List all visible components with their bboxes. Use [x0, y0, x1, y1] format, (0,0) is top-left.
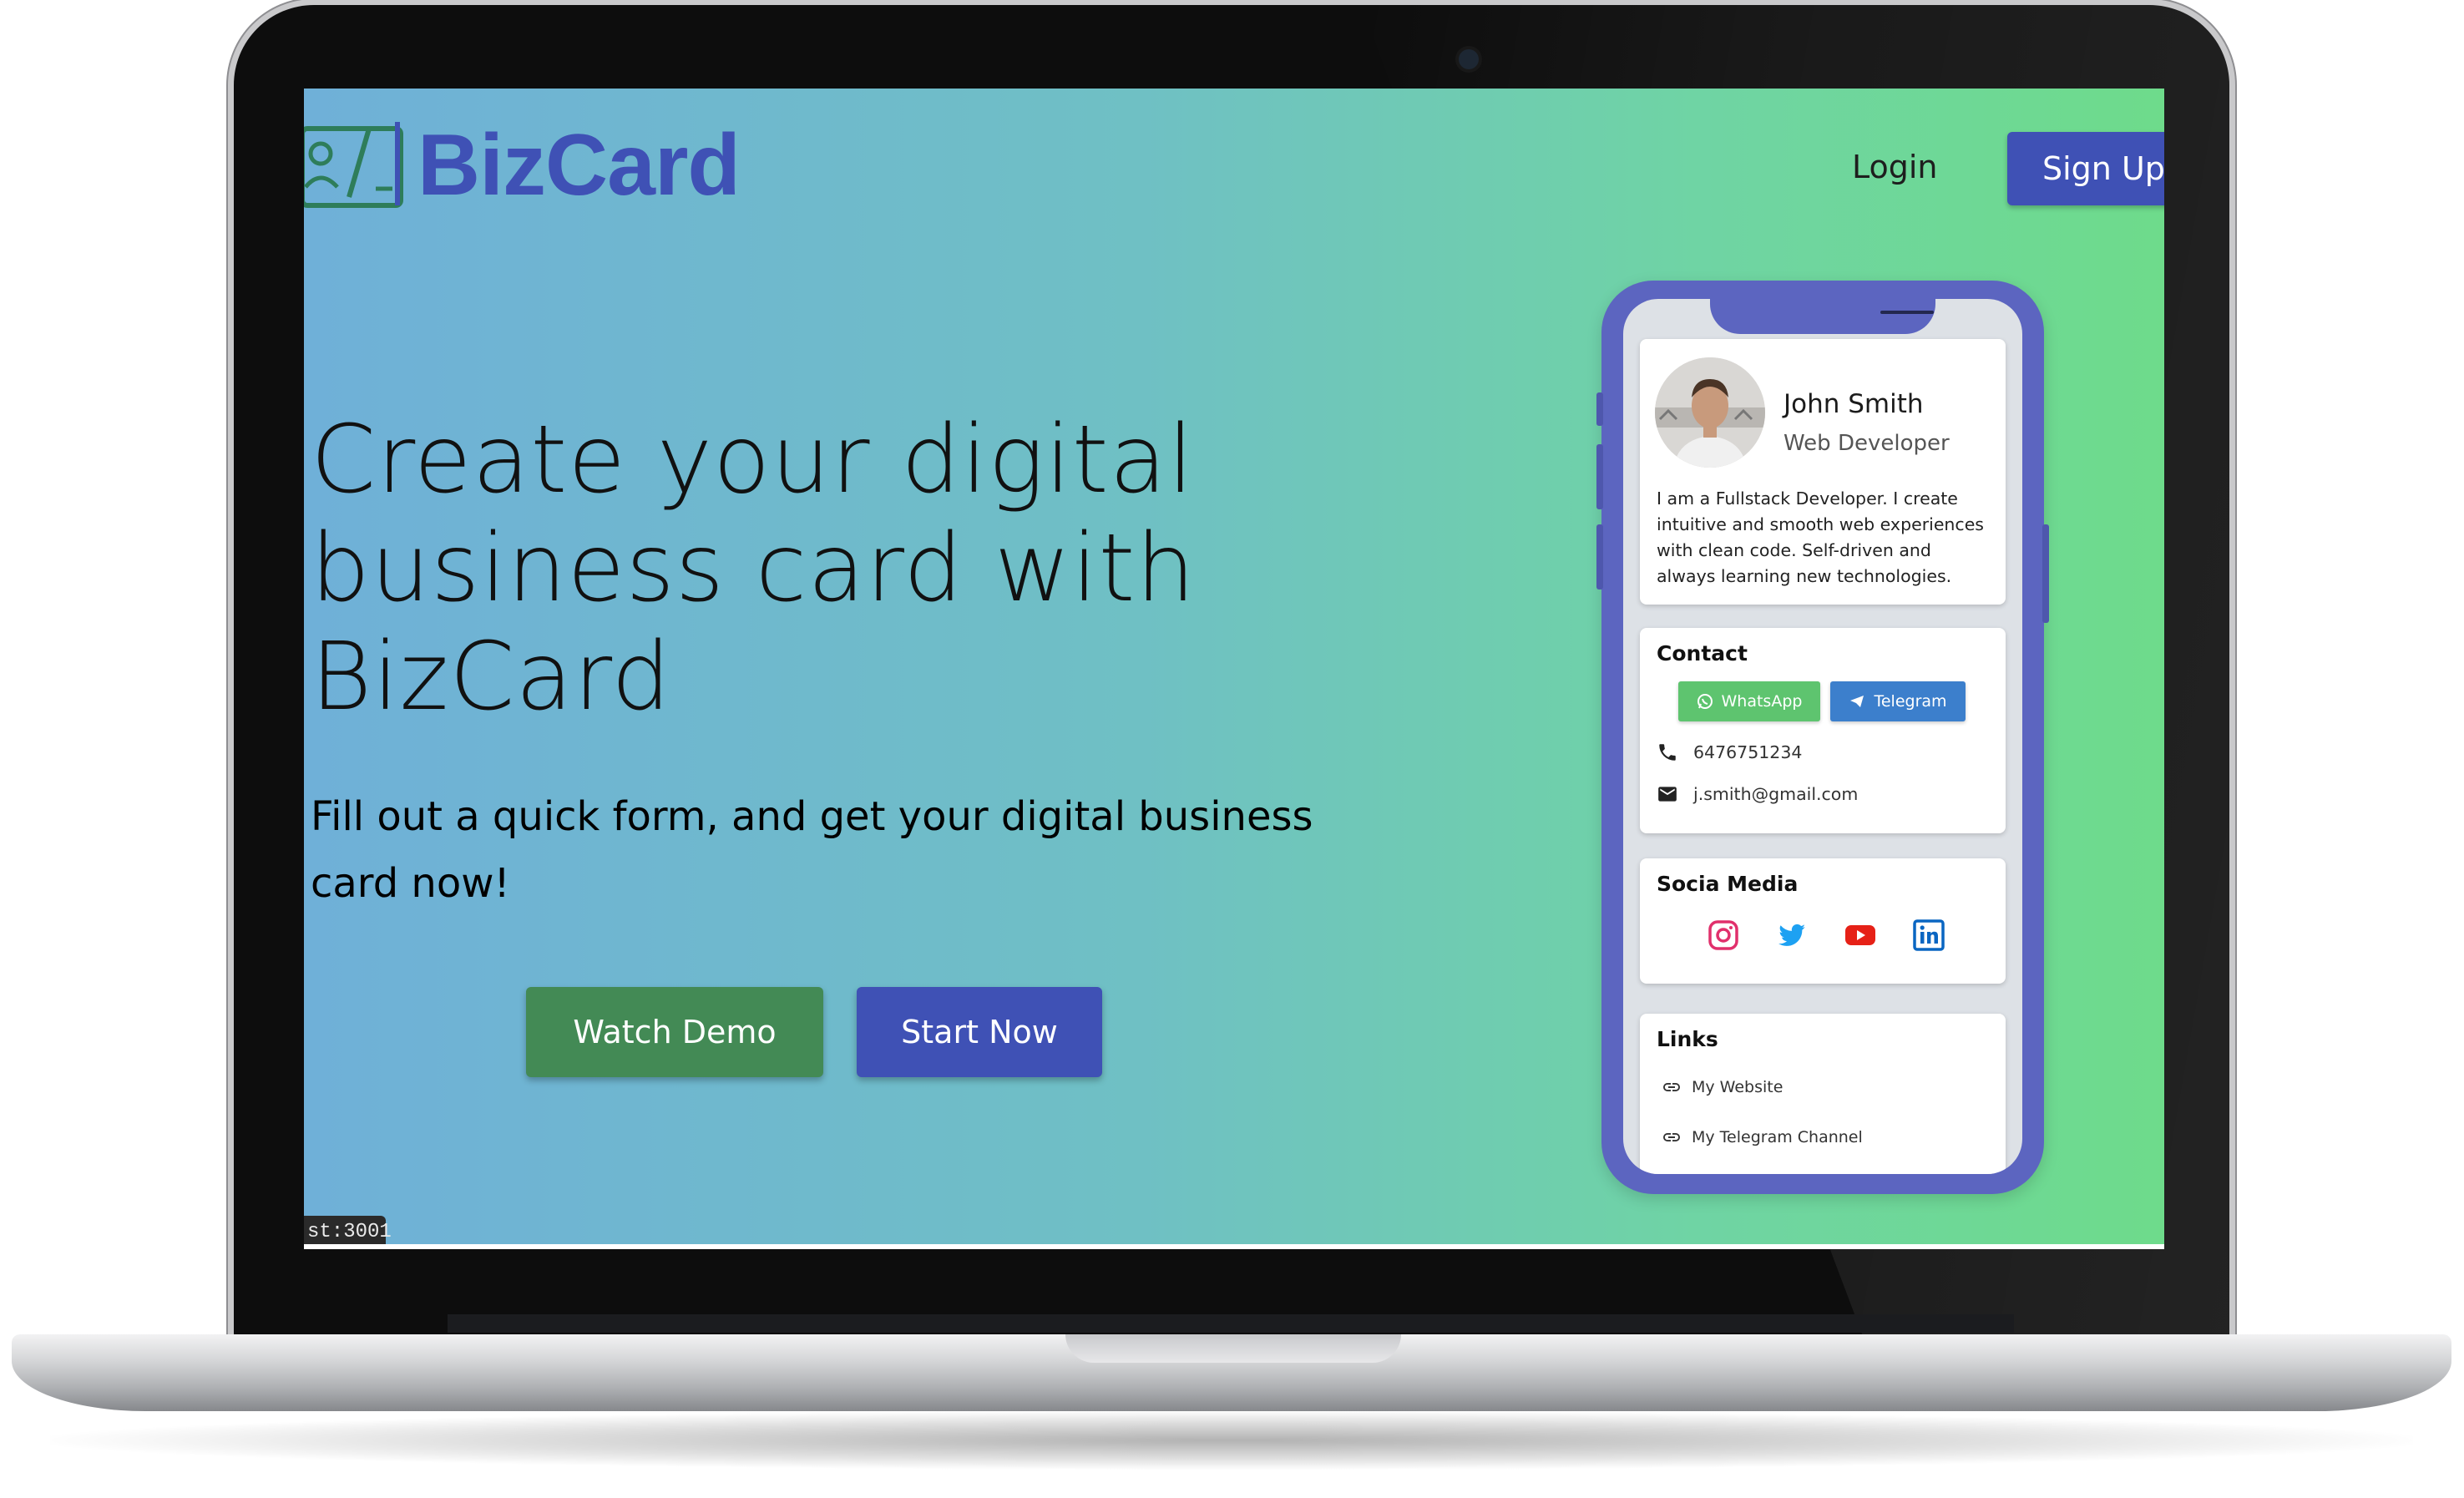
profile-bio: I am a Fullstack Developer. I create int… — [1657, 486, 1999, 590]
contact-email-row[interactable]: j.smith@gmail.com — [1657, 783, 1858, 805]
phone-notch — [1710, 299, 1935, 334]
contact-phone-row[interactable]: 6476751234 — [1657, 741, 1802, 763]
signup-button[interactable]: Sign Up — [2007, 132, 2164, 205]
links-card: Links My Website My Telegram Channel — [1640, 1014, 2006, 1174]
phone-side-button — [1596, 392, 1603, 426]
laptop-opening-notch — [1065, 1334, 1401, 1363]
linkedin-icon[interactable] — [1912, 919, 1945, 952]
social-title: Socia Media — [1657, 872, 1799, 896]
phone-icon — [1659, 744, 1676, 761]
telegram-button[interactable]: Telegram — [1830, 681, 1966, 721]
hero-title-line: business card with — [311, 514, 1197, 623]
avatar — [1655, 357, 1765, 468]
watch-demo-button[interactable]: Watch Demo — [526, 987, 823, 1077]
bio-line: always learning new technologies. — [1657, 566, 1952, 586]
phone-power-button — [2042, 524, 2049, 623]
email-icon — [1658, 787, 1677, 802]
twitter-icon[interactable] — [1775, 919, 1809, 952]
social-card: Socia Media — [1640, 858, 2006, 984]
laptop-hinge — [448, 1314, 2014, 1333]
link-item-telegram-channel[interactable]: My Telegram Channel — [1662, 1127, 1863, 1147]
phone-side-button — [1596, 524, 1603, 590]
phone-speaker — [1880, 311, 1934, 314]
links-title: Links — [1657, 1027, 1718, 1051]
whatsapp-button[interactable]: WhatsApp — [1678, 681, 1820, 721]
bio-line: I am a Fullstack Developer. I create — [1657, 488, 1958, 509]
hero-title-line: BizCard — [311, 623, 672, 731]
contact-email: j.smith@gmail.com — [1693, 784, 1859, 804]
contact-phone: 6476751234 — [1693, 742, 1803, 762]
webcam — [1459, 49, 1479, 69]
bio-line: intuitive and smooth web experiences — [1657, 514, 1984, 534]
phone-mockup: John Smith Web Developer I am a Fullstac… — [1596, 281, 2049, 1194]
hero-subtitle-line: Fill out a quick form, and get your digi… — [311, 793, 1313, 840]
brand-logo[interactable]: BizCard — [304, 115, 741, 215]
browser-viewport: BizCard Login Sign Up Create your digita… — [304, 89, 2164, 1249]
profile-role: Web Developer — [1783, 431, 1950, 456]
telegram-label: Telegram — [1874, 692, 1947, 711]
laptop-shadow — [50, 1411, 2413, 1470]
screen-bottom-edge — [304, 1244, 2164, 1249]
link-label: My Website — [1692, 1078, 1783, 1096]
hero-subtitle: Fill out a quick form, and get your digi… — [311, 783, 1413, 917]
phone-screen: John Smith Web Developer I am a Fullstac… — [1623, 299, 2022, 1174]
phone-side-button — [1596, 444, 1603, 509]
hero-title-line: Create your digital — [311, 406, 1195, 514]
hero-subtitle-line: card now! — [311, 860, 510, 907]
hero-title: Create your digital business card with B… — [311, 406, 1396, 731]
bio-line: with clean code. Self-driven and — [1657, 540, 1931, 560]
telegram-icon — [1850, 696, 1864, 707]
contact-title: Contact — [1657, 641, 1748, 665]
contact-card: Contact WhatsApp Telegram 6476751234 j.s… — [1640, 628, 2006, 833]
login-link[interactable]: Login — [1852, 149, 1938, 185]
link-icon — [1663, 1083, 1680, 1091]
youtube-icon[interactable] — [1844, 919, 1877, 952]
whatsapp-label: WhatsApp — [1721, 692, 1803, 711]
profile-card: John Smith Web Developer I am a Fullstac… — [1640, 339, 2006, 605]
link-label: My Telegram Channel — [1692, 1128, 1863, 1146]
social-icon-row — [1707, 919, 1945, 952]
instagram-icon[interactable] — [1707, 919, 1740, 952]
whatsapp-icon — [1697, 694, 1713, 709]
profile-photo — [1655, 357, 1765, 468]
profile-name: John Smith — [1783, 389, 1924, 419]
business-card-icon — [304, 122, 403, 208]
link-item-website[interactable]: My Website — [1662, 1077, 1783, 1097]
start-now-button[interactable]: Start Now — [857, 987, 1102, 1077]
brand-name: BizCard — [417, 116, 741, 214]
link-icon — [1663, 1133, 1680, 1141]
